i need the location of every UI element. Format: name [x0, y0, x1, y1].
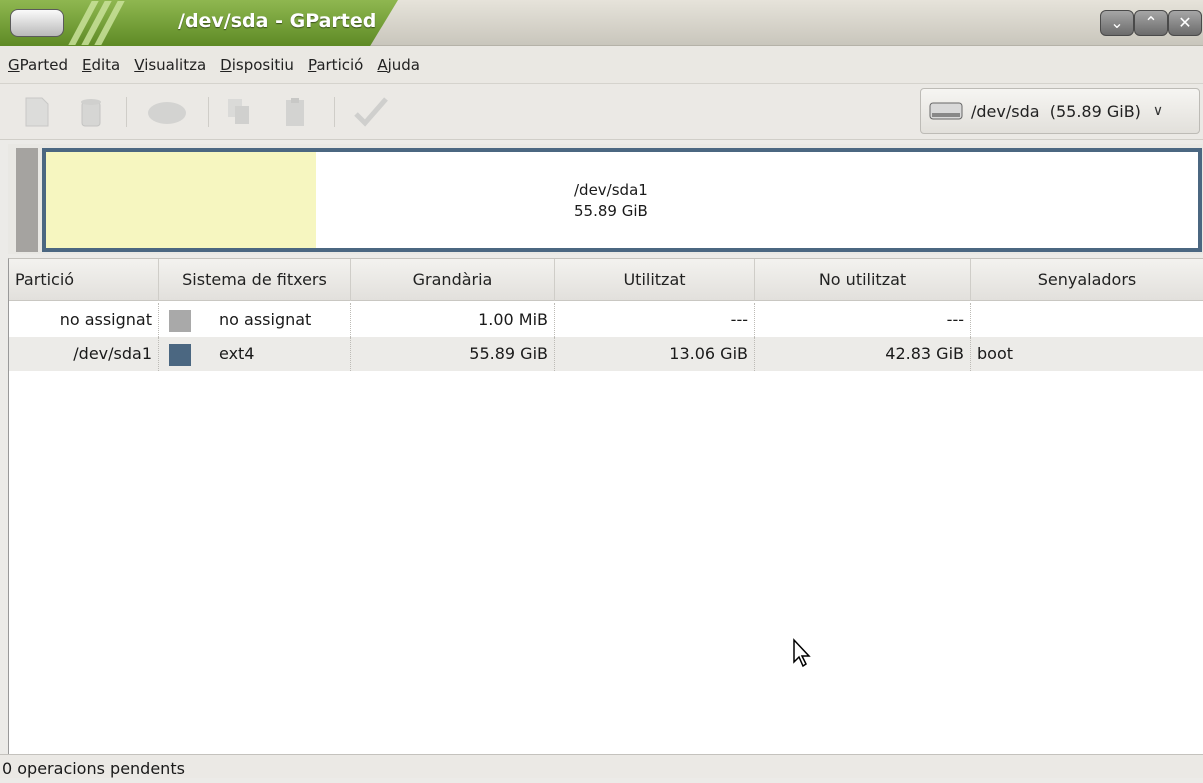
- delete-icon[interactable]: [76, 96, 106, 128]
- close-button[interactable]: ✕: [1168, 10, 1202, 36]
- minimize-button[interactable]: ⌄: [1100, 10, 1134, 36]
- cell-flags: boot: [977, 344, 1014, 363]
- pending-operations-text: 0 operacions pendents: [2, 759, 185, 778]
- table-row[interactable]: no assignat no assignat 1.00 MiB --- ---: [9, 303, 1203, 337]
- title-bar-stripes: [68, 0, 160, 46]
- menu-particio[interactable]: Partició: [308, 56, 363, 74]
- column-header-flags[interactable]: Senyaladors: [971, 259, 1203, 301]
- menu-gparted[interactable]: GParted: [8, 56, 68, 74]
- menu-edita[interactable]: Edita: [82, 56, 120, 74]
- cell-unused: 42.83 GiB: [755, 337, 971, 371]
- column-header-particio[interactable]: Partició: [9, 259, 159, 301]
- column-header-filesystem[interactable]: Sistema de fitxers: [159, 259, 351, 301]
- column-header-unused[interactable]: No utilitzat: [755, 259, 971, 301]
- window-menu-button[interactable]: [10, 9, 64, 37]
- close-icon: ✕: [1178, 13, 1192, 32]
- menu-visualitza[interactable]: Visualitza: [134, 56, 206, 74]
- new-partition-icon[interactable]: [22, 96, 52, 128]
- apply-icon[interactable]: [352, 96, 390, 128]
- chevron-down-icon: ∨: [1152, 103, 1164, 119]
- toolbar-separator: [126, 97, 127, 127]
- disk-map-handle: [16, 148, 38, 252]
- toolbar-separator: [334, 97, 335, 127]
- cell-size: 1.00 MiB: [351, 303, 555, 337]
- copy-icon[interactable]: [224, 96, 254, 128]
- used-space-bar: [46, 152, 316, 248]
- menu-bar: GParted Edita Visualitza Dispositiu Part…: [0, 46, 1203, 84]
- window-title: /dev/sda - GParted: [178, 10, 377, 32]
- disk-map: /dev/sda1 55.89 GiB: [8, 144, 1203, 254]
- partition-table: Partició Sistema de fitxers Grandària Ut…: [8, 258, 1203, 754]
- cell-unused: ---: [755, 303, 971, 337]
- menu-dispositiu[interactable]: Dispositiu: [220, 56, 294, 74]
- menu-ajuda[interactable]: Ajuda: [377, 56, 420, 74]
- cell-used: 13.06 GiB: [555, 337, 755, 371]
- column-header-size[interactable]: Grandària: [351, 259, 555, 301]
- cell-partition: no assignat: [9, 303, 159, 337]
- partition-block-size: 55.89 GiB: [574, 202, 648, 220]
- table-row[interactable]: /dev/sda1 ext4 55.89 GiB 13.06 GiB 42.83…: [9, 337, 1203, 371]
- partition-block-name: /dev/sda1: [574, 181, 648, 199]
- column-header-used[interactable]: Utilitzat: [555, 259, 755, 301]
- resize-move-icon[interactable]: [146, 96, 188, 128]
- toolbar: /dev/sda (55.89 GiB) ∨: [0, 84, 1203, 140]
- partition-block-label: /dev/sda1 55.89 GiB: [574, 180, 648, 222]
- filesystem-color-swatch: [169, 343, 191, 366]
- device-label: /dev/sda (55.89 GiB): [971, 101, 1141, 121]
- chevron-up-icon: ⌃: [1144, 13, 1158, 32]
- cell-filesystem: ext4: [159, 337, 351, 371]
- cell-filesystem: no assignat: [159, 303, 351, 337]
- maximize-button[interactable]: ⌃: [1134, 10, 1168, 36]
- chevron-down-icon: ⌄: [1110, 13, 1124, 32]
- hard-disk-icon: [929, 102, 963, 120]
- status-bar: 0 operacions pendents: [0, 754, 1203, 778]
- cell-size: 55.89 GiB: [351, 337, 555, 371]
- toolbar-separator: [208, 97, 209, 127]
- cell-partition: /dev/sda1: [9, 337, 159, 371]
- device-selector[interactable]: /dev/sda (55.89 GiB) ∨: [920, 88, 1200, 134]
- paste-icon[interactable]: [280, 96, 310, 128]
- filesystem-color-swatch: [169, 309, 191, 332]
- cell-used: ---: [555, 303, 755, 337]
- cell-flags: [971, 303, 1203, 337]
- mouse-pointer-icon: [793, 638, 811, 668]
- title-bar: /dev/sda - GParted ⌄ ⌃ ✕: [0, 0, 1203, 46]
- partition-block-sda1[interactable]: /dev/sda1 55.89 GiB: [42, 148, 1202, 252]
- table-header: Partició Sistema de fitxers Grandària Ut…: [9, 259, 1203, 301]
